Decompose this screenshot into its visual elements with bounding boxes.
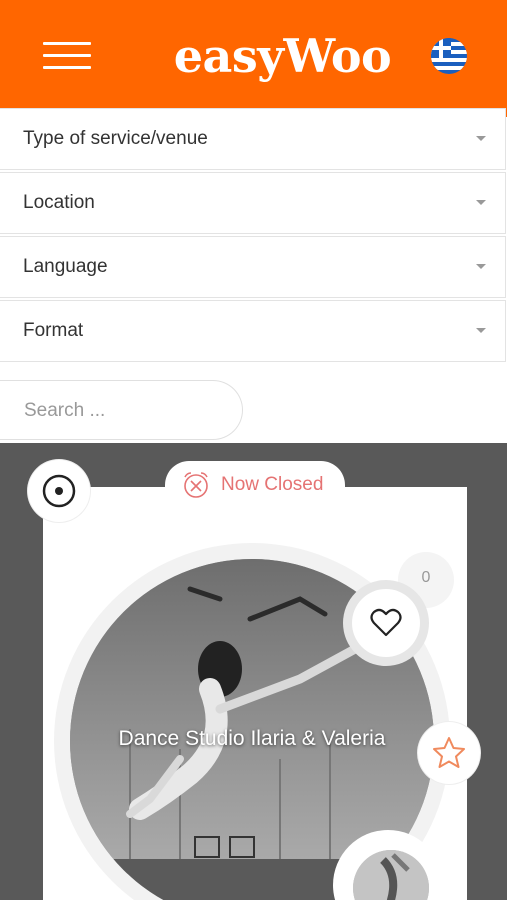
site-logo[interactable]: easyWoo: [160, 26, 405, 86]
greek-flag-icon[interactable]: [431, 38, 467, 74]
chevron-down-icon: [476, 264, 486, 269]
heart-icon: [370, 608, 402, 637]
format-select[interactable]: Format: [0, 300, 506, 362]
location-label: Location: [23, 192, 95, 213]
chevron-down-icon: [476, 136, 486, 141]
service-type-select[interactable]: Type of service/venue: [0, 108, 506, 170]
search-input[interactable]: [22, 381, 226, 441]
chevron-down-icon: [476, 200, 486, 205]
search-box: [0, 380, 243, 441]
alarm-clock-icon: [184, 472, 208, 498]
hamburger-menu-icon[interactable]: [43, 40, 91, 70]
venue-title[interactable]: Dance Studio Ilaria & Valeria: [90, 722, 414, 756]
status-badge: Now Closed: [165, 461, 345, 509]
status-text: Now Closed: [221, 474, 324, 495]
language-label: Language: [23, 256, 108, 277]
location-select[interactable]: Location: [0, 172, 506, 234]
top-header: easyWoo: [0, 0, 507, 117]
like-button[interactable]: [352, 589, 420, 657]
chevron-down-icon: [476, 328, 486, 333]
language-select[interactable]: Language: [0, 236, 506, 298]
format-label: Format: [23, 320, 84, 341]
favorite-button[interactable]: [418, 722, 480, 784]
listing-section: Now Closed Dance Studio Ilaria & Valeria…: [0, 443, 507, 900]
star-icon: [433, 737, 465, 768]
target-icon: [42, 474, 76, 508]
service-type-label: Type of service/venue: [23, 128, 208, 149]
map-target-button[interactable]: [28, 460, 90, 522]
